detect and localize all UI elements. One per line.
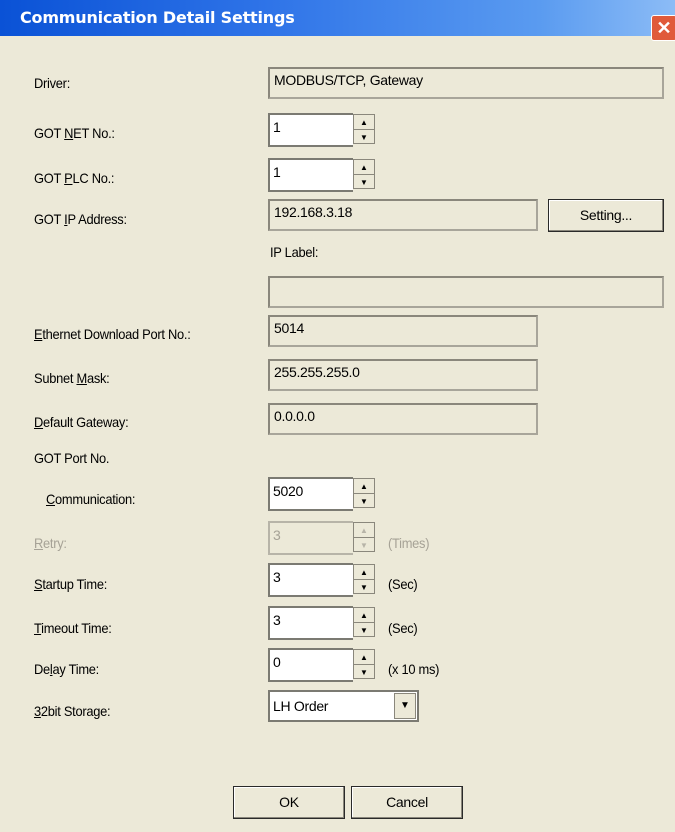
spin-down-icon[interactable]: ▼ xyxy=(354,130,374,144)
spin-down-icon[interactable]: ▼ xyxy=(354,175,374,189)
timeout-time-unit: (Sec) xyxy=(388,620,418,636)
got-ip-address-label: GOT IP Address: xyxy=(34,211,127,227)
delay-time-unit: (x 10 ms) xyxy=(388,661,440,677)
communication-port-spinner[interactable]: ▲ ▼ xyxy=(353,478,375,508)
close-button[interactable]: ✕ xyxy=(651,15,675,41)
got-plc-no-label: GOT PLC No.: xyxy=(34,170,115,186)
startup-time-spinner[interactable]: ▲ ▼ xyxy=(353,564,375,594)
retry-input: 3 xyxy=(268,521,353,555)
got-plc-no-spinner[interactable]: ▲ ▼ xyxy=(353,159,375,189)
communication-port-input[interactable]: 5020 xyxy=(268,477,353,511)
driver-label: Driver: xyxy=(34,75,70,91)
default-gateway-field: 0.0.0.0 xyxy=(268,403,538,435)
delay-time-spinner[interactable]: ▲ ▼ xyxy=(353,649,375,679)
close-icon: ✕ xyxy=(656,18,672,38)
spin-down-icon[interactable]: ▼ xyxy=(354,623,374,637)
spin-down-icon[interactable]: ▼ xyxy=(354,580,374,594)
retry-label: Retry: xyxy=(34,535,67,551)
delay-time-label: Delay Time: xyxy=(34,661,99,677)
got-port-no-label: GOT Port No. xyxy=(34,450,110,466)
ethernet-download-port-field: 5014 xyxy=(268,315,538,347)
startup-time-unit: (Sec) xyxy=(388,576,418,592)
timeout-time-label: Timeout Time: xyxy=(34,620,112,636)
default-gateway-label: Default Gateway: xyxy=(34,414,129,430)
spin-up-icon[interactable]: ▲ xyxy=(354,479,374,494)
startup-time-label: Startup Time: xyxy=(34,576,108,592)
spin-up-icon[interactable]: ▲ xyxy=(354,160,374,175)
storage-32bit-label: 32bit Storage: xyxy=(34,703,111,719)
retry-unit: (Times) xyxy=(388,535,430,551)
retry-spinner: ▲ ▼ xyxy=(353,522,375,552)
communication-label: Communication: xyxy=(46,491,136,507)
ok-button[interactable]: OK xyxy=(233,786,345,819)
startup-time-input[interactable]: 3 xyxy=(268,563,353,597)
ethernet-download-port-label: Ethernet Download Port No.: xyxy=(34,326,191,342)
got-net-no-label: GOT NET No.: xyxy=(34,125,115,141)
got-ip-address-field: 192.168.3.18 xyxy=(268,199,538,231)
delay-time-input[interactable]: 0 xyxy=(268,648,353,682)
ip-setting-button[interactable]: Setting... xyxy=(548,199,664,232)
spin-up-icon[interactable]: ▲ xyxy=(354,115,374,130)
timeout-time-spinner[interactable]: ▲ ▼ xyxy=(353,607,375,637)
spin-up-icon[interactable]: ▲ xyxy=(354,565,374,580)
got-net-no-spinner[interactable]: ▲ ▼ xyxy=(353,114,375,144)
spin-up-icon[interactable]: ▲ xyxy=(354,650,374,665)
spin-up-icon: ▲ xyxy=(354,523,374,538)
spin-down-icon[interactable]: ▼ xyxy=(354,665,374,679)
driver-field: MODBUS/TCP, Gateway xyxy=(268,67,664,99)
spin-down-icon[interactable]: ▼ xyxy=(354,494,374,508)
ip-label-label: IP Label: xyxy=(270,244,319,260)
dropdown-arrow-icon[interactable]: ▼ xyxy=(394,693,416,719)
window-title: Communication Detail Settings xyxy=(20,8,295,27)
subnet-mask-field: 255.255.255.0 xyxy=(268,359,538,391)
ip-label-field xyxy=(268,276,664,308)
spin-down-icon: ▼ xyxy=(360,540,368,550)
subnet-mask-label: Subnet Mask: xyxy=(34,370,110,386)
got-plc-no-input[interactable]: 1 xyxy=(268,158,353,192)
cancel-button[interactable]: Cancel xyxy=(351,786,463,819)
spin-up-icon[interactable]: ▲ xyxy=(354,608,374,623)
timeout-time-input[interactable]: 3 xyxy=(268,606,353,640)
title-bar: Communication Detail Settings ✕ xyxy=(0,0,675,41)
got-net-no-input[interactable]: 1 xyxy=(268,113,353,147)
storage-32bit-select[interactable]: LH Order ▼ xyxy=(268,690,419,722)
